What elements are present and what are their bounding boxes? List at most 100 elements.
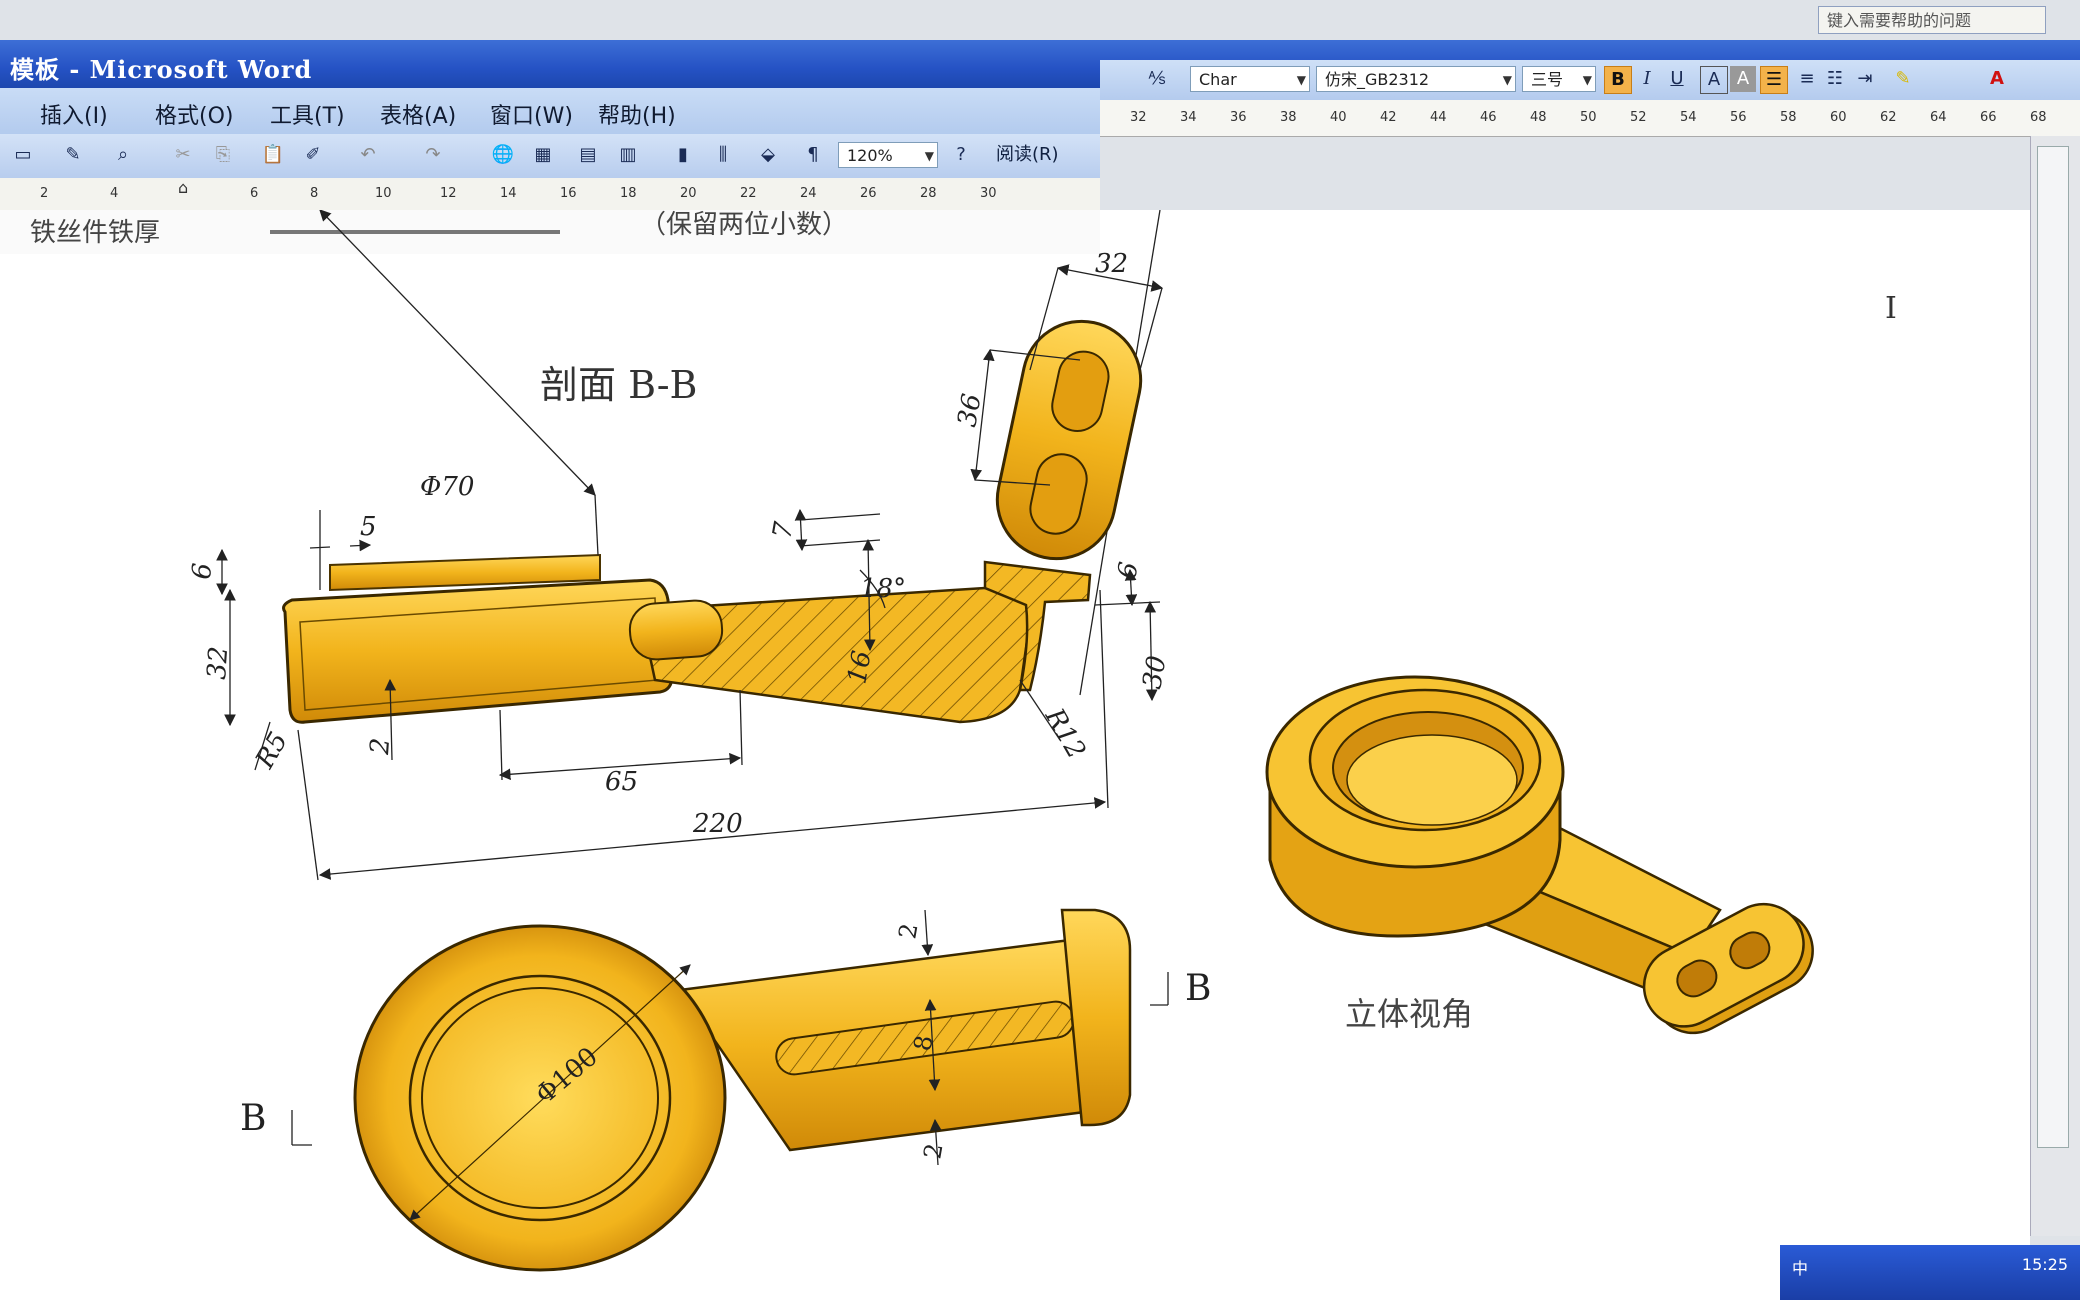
columns-icon[interactable]: ▮ <box>670 142 696 168</box>
bold-button[interactable]: B <box>1604 66 1632 94</box>
ruler-tick: 4 <box>110 186 119 201</box>
ruler-tick: 50 <box>1580 110 1597 125</box>
ruler-tick: 44 <box>1430 110 1447 125</box>
redo-icon[interactable]: ↷ <box>420 142 446 168</box>
char-shading-button[interactable]: A <box>1730 66 1756 92</box>
hyperlink-icon[interactable]: 🌐 <box>490 142 516 168</box>
ruler-tick: 62 <box>1880 110 1897 125</box>
undo-icon[interactable]: ↶ <box>355 142 381 168</box>
ruler-tick: 6 <box>250 186 259 201</box>
underline-button[interactable]: U <box>1664 66 1690 92</box>
menu-help[interactable]: 帮助(H) <box>598 98 676 130</box>
show-hide-icon[interactable]: ¶ <box>800 142 826 168</box>
ruler-tick: 34 <box>1180 110 1197 125</box>
section-label: 剖面 B-B <box>540 363 697 407</box>
ruler-tick: 26 <box>860 186 877 201</box>
help-search-input[interactable]: 键入需要帮助的问题 <box>1818 6 2046 34</box>
dim-32-top: 32 <box>1095 249 1128 279</box>
scrollbar-track[interactable] <box>2037 146 2069 1148</box>
end-view: 32 36 <box>952 249 1164 561</box>
menu-tools[interactable]: 工具(T) <box>270 98 345 130</box>
style-value: Char <box>1199 70 1237 89</box>
dim-phi70: Φ70 <box>420 472 474 502</box>
ruler-tick: 20 <box>680 186 697 201</box>
read-button[interactable]: 阅读(R) <box>990 142 1065 168</box>
dim-2-left: 2 <box>365 737 396 757</box>
research-icon[interactable]: ⌕ <box>110 142 136 168</box>
dim-2-bottom: 2 <box>918 1141 948 1161</box>
dim-5: 5 <box>360 512 377 542</box>
ruler-tick: 54 <box>1680 110 1697 125</box>
ruler-tick: 38 <box>1280 110 1297 125</box>
format-painter-icon[interactable]: ✎ <box>60 142 86 168</box>
insert-table-icon[interactable]: ▤ <box>575 142 601 168</box>
tables-borders-icon[interactable]: ▦ <box>530 142 556 168</box>
document-map-icon[interactable]: ⬙ <box>755 142 781 168</box>
ruler-tick: 30 <box>980 186 997 201</box>
font-size-combo[interactable]: 三号 ▼ <box>1522 66 1596 92</box>
vertical-scrollbar[interactable] <box>2030 136 2080 1236</box>
menu-insert[interactable]: 插入(I) <box>40 98 108 130</box>
dim-65: 65 <box>605 767 638 797</box>
ruler-tick: 60 <box>1830 110 1847 125</box>
eraser-icon[interactable]: ✐ <box>300 142 326 168</box>
new-document-icon[interactable]: ▭ <box>10 142 36 168</box>
italic-button[interactable]: I <box>1634 66 1660 92</box>
ruler-tick: 28 <box>920 186 937 201</box>
ruler-tick: 40 <box>1330 110 1347 125</box>
help-icon[interactable]: ? <box>948 142 974 168</box>
bullets-icon[interactable]: ☷ <box>1822 66 1848 92</box>
drawing-icon[interactable]: ⫼ <box>710 142 736 168</box>
ruler-tick: 10 <box>375 186 392 201</box>
text-cursor-icon: I <box>1885 291 1897 326</box>
zoom-value: 120% <box>847 146 893 165</box>
dim-6-right: 6 <box>1112 560 1144 582</box>
menu-window[interactable]: 窗口(W) <box>490 98 573 130</box>
system-tray: 中 15:25 <box>1780 1245 2080 1300</box>
ruler-tick: 12 <box>440 186 457 201</box>
ruler-tick: 42 <box>1380 110 1397 125</box>
char-border-button[interactable]: A <box>1700 66 1728 94</box>
copy-icon[interactable]: ⎘ <box>210 142 236 168</box>
zoom-combo[interactable]: 120% ▼ <box>838 142 938 168</box>
ruler-tick: 48 <box>1530 110 1547 125</box>
paste-icon[interactable]: 📋 <box>260 142 286 168</box>
menu-format[interactable]: 格式(O) <box>155 98 233 130</box>
dim-16: 16 <box>842 648 877 686</box>
clock: 15:25 <box>2021 1255 2068 1274</box>
menu-table[interactable]: 表格(A) <box>380 98 456 130</box>
styles-pane-icon[interactable]: ⅍ <box>1144 66 1170 92</box>
ruler-tick: 46 <box>1480 110 1497 125</box>
numbering-icon[interactable]: ≡ <box>1794 66 1820 92</box>
indent-icon[interactable]: ⇥ <box>1852 66 1878 92</box>
ruler-tick: 68 <box>2030 110 2047 125</box>
ruler-tick: 32 <box>1130 110 1147 125</box>
ruler-tick: 8 <box>310 186 319 201</box>
font-size-value: 三号 <box>1531 70 1564 89</box>
cut-icon[interactable]: ✂ <box>170 142 196 168</box>
ruler-tick: 18 <box>620 186 637 201</box>
menu-bar: 插入(I) 格式(O) 工具(T) 表格(A) 窗口(W) 帮助(H) <box>0 88 1100 134</box>
highlight-icon[interactable]: ✎ <box>1890 66 1916 92</box>
dim-30: 30 <box>1137 653 1172 691</box>
dim-220: 220 <box>692 809 743 839</box>
dim-32-left: 32 <box>202 645 234 680</box>
standard-toolbar: ▭ ✎ ⌕ ✂ ⎘ 📋 ✐ ↶ ↷ 🌐 ▦ ▤ ▥ ▮ ⫼ ⬙ ¶ 120% ▼… <box>0 134 1100 179</box>
style-combo[interactable]: Char ▼ <box>1190 66 1310 92</box>
section-view <box>282 553 1092 724</box>
ruler-tick: 56 <box>1730 110 1747 125</box>
chevron-down-icon: ▼ <box>1502 73 1512 87</box>
plan-view: Φ100 2 8 2 B B <box>240 908 1211 1272</box>
indent-marker-icon[interactable]: ⌂ <box>178 178 188 197</box>
align-button[interactable]: ☰ <box>1760 66 1788 94</box>
ime-indicator[interactable]: 中 <box>1792 1255 1808 1279</box>
font-combo[interactable]: 仿宋_GB2312 ▼ <box>1316 66 1516 92</box>
view-label: 立体视角 <box>1345 995 1473 1033</box>
document-page[interactable]: 铁丝件铁厚 （保留两位小数） 剖面 B-B Φ70 5 6 32 R5 2 65… <box>0 210 2030 1300</box>
dim-2-top: 2 <box>893 921 923 941</box>
insert-excel-icon[interactable]: ▥ <box>615 142 641 168</box>
horizontal-ruler-right: 32 34 36 38 40 42 44 46 48 50 52 54 56 5… <box>1100 100 2080 137</box>
chevron-down-icon: ▼ <box>924 149 934 163</box>
font-color-icon[interactable]: A <box>1984 66 2010 92</box>
ruler-tick: 2 <box>40 186 49 201</box>
